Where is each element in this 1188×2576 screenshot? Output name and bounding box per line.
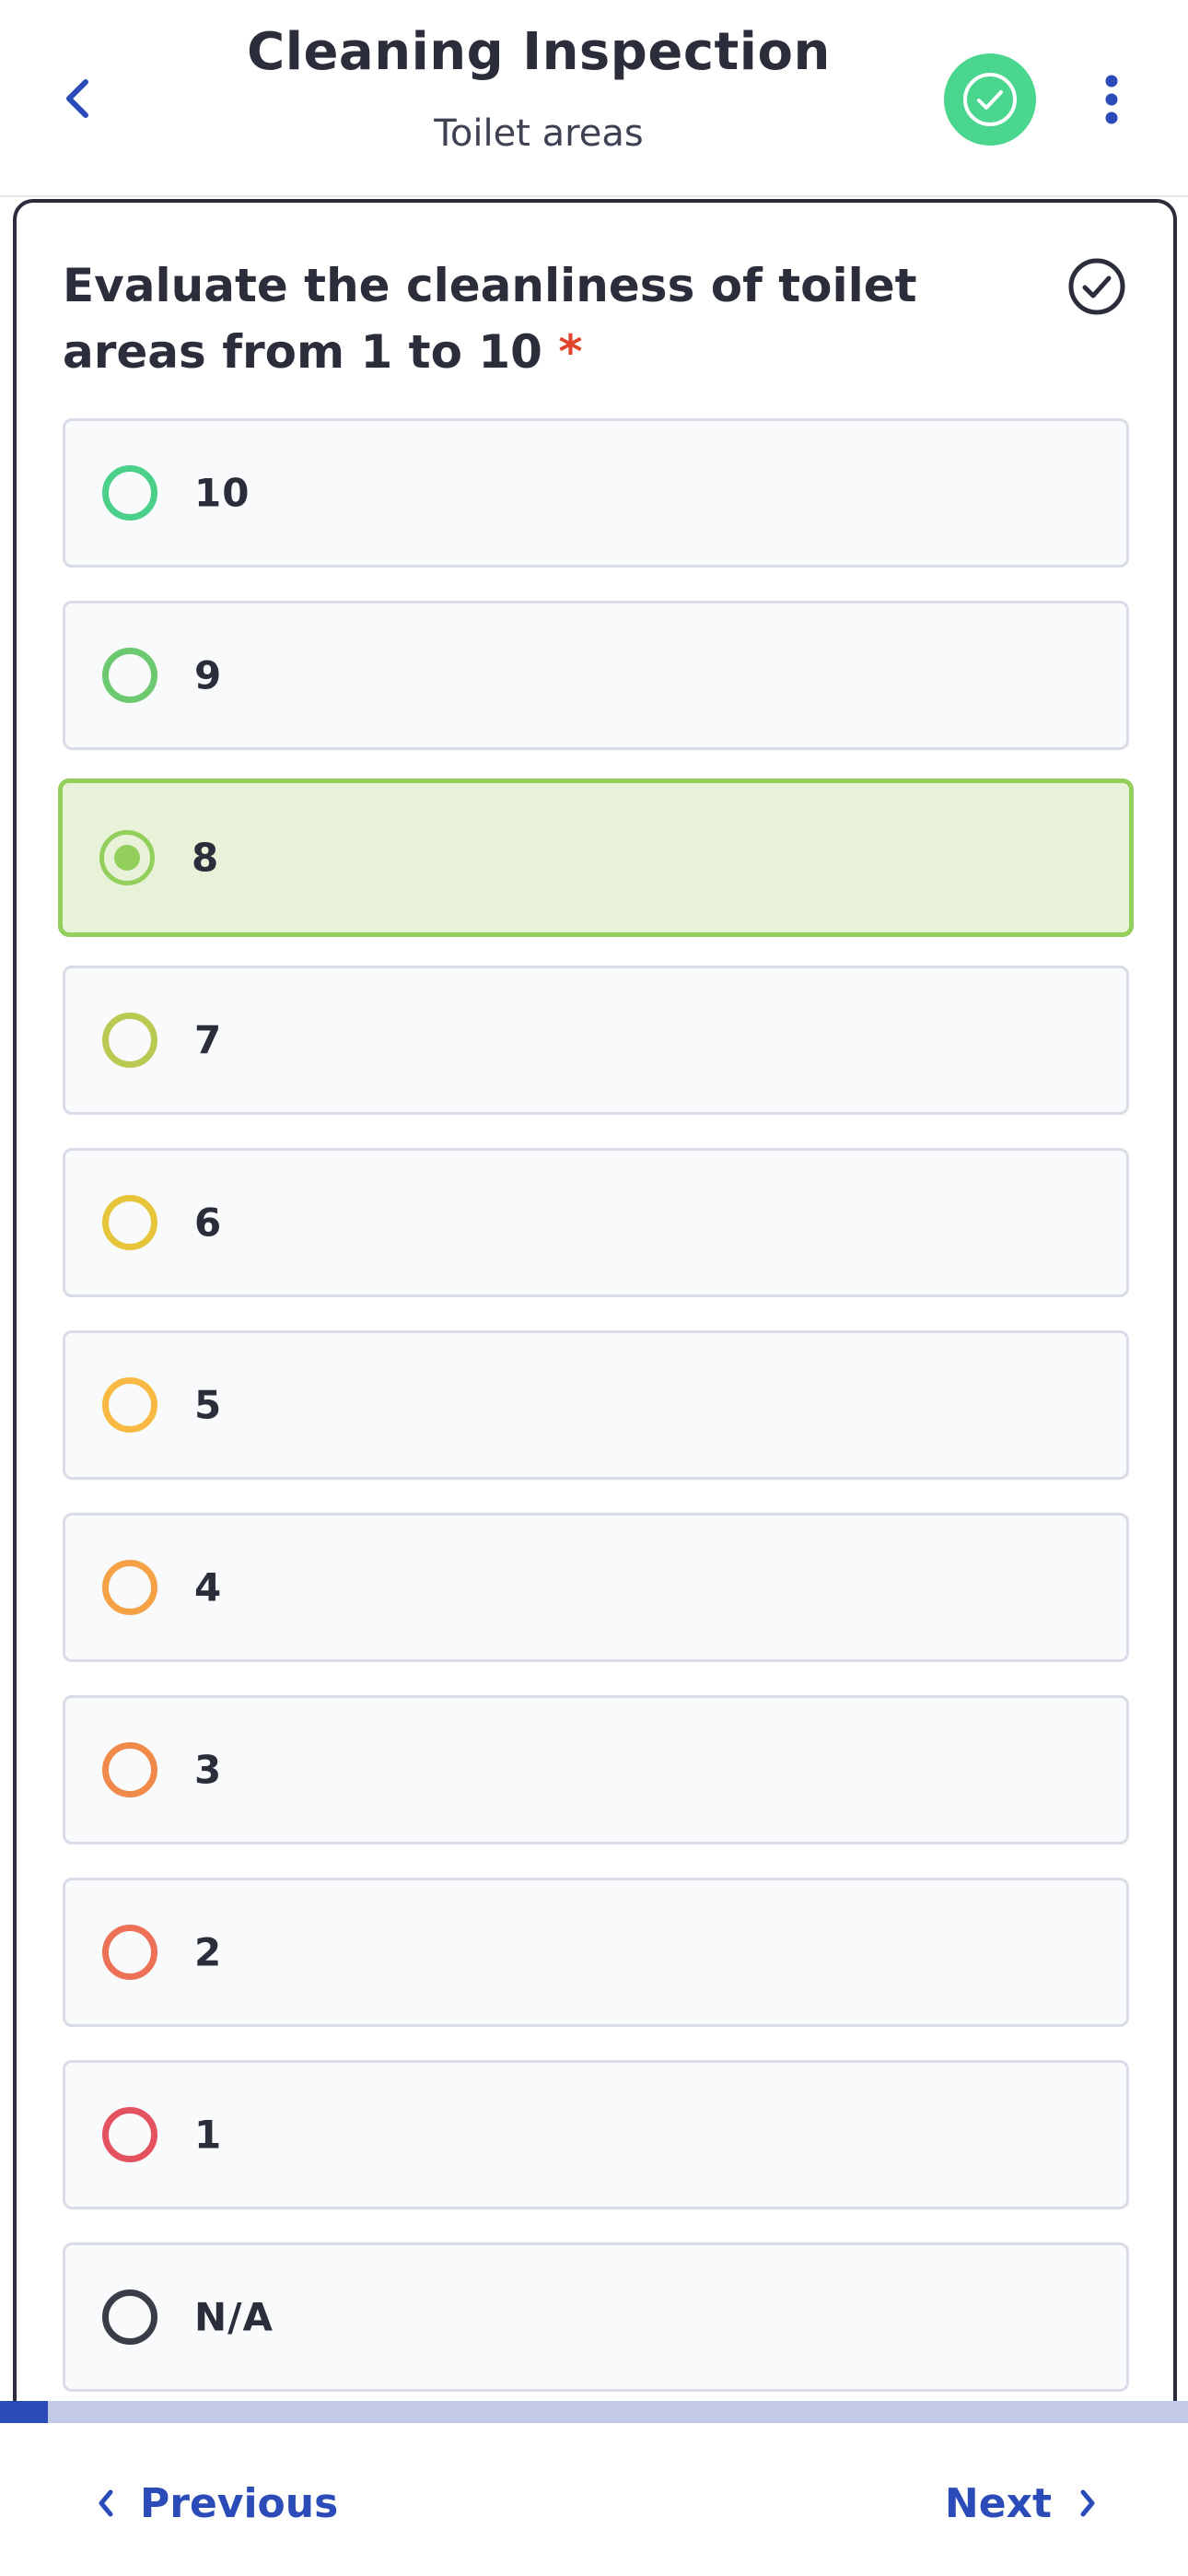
option-label: 4 — [194, 1564, 223, 1610]
radio-button[interactable] — [102, 1925, 157, 1980]
radio-button[interactable] — [102, 1013, 157, 1068]
option-label: 2 — [194, 1929, 223, 1975]
question-card: Evaluate the cleanliness of toilet areas… — [13, 199, 1177, 2410]
radio-button[interactable] — [102, 2107, 157, 2162]
page-subtitle: Toilet areas — [434, 112, 644, 155]
option-label: 10 — [194, 470, 250, 516]
rating-options: 10 9 8 7 6 5 4 3 2 1 N/A — [58, 418, 1134, 2425]
option-label: 6 — [194, 1200, 223, 1246]
rating-option[interactable]: 7 — [63, 966, 1129, 1115]
rating-option[interactable]: 5 — [63, 1330, 1129, 1480]
rating-option[interactable]: 6 — [63, 1148, 1129, 1297]
question-text: Evaluate the cleanliness of toilet areas… — [63, 252, 1002, 385]
answered-check-icon — [1068, 258, 1125, 315]
app-header: Cleaning Inspection Toilet areas — [0, 0, 1188, 197]
radio-button[interactable] — [102, 465, 157, 521]
rating-option[interactable]: 3 — [63, 1695, 1129, 1844]
next-label: Next — [944, 2479, 1052, 2527]
rating-option[interactable]: 2 — [63, 1878, 1129, 2027]
radio-button[interactable] — [102, 1195, 157, 1250]
radio-button[interactable] — [102, 1560, 157, 1615]
option-label: 5 — [194, 1382, 223, 1428]
option-label: 1 — [194, 2112, 223, 2158]
rating-option[interactable]: 8 — [58, 779, 1134, 937]
previous-button[interactable]: Previous — [98, 2471, 338, 2535]
progress-fill — [0, 2401, 48, 2423]
chevron-right-icon — [1080, 2489, 1095, 2517]
option-label: N/A — [194, 2294, 274, 2340]
option-label: 7 — [194, 1017, 223, 1063]
chevron-left-icon — [99, 2489, 113, 2517]
option-label: 3 — [194, 1747, 223, 1793]
radio-button[interactable] — [102, 1742, 157, 1797]
next-button[interactable]: Next — [945, 2471, 1096, 2535]
radio-selected-dot — [114, 845, 140, 871]
rating-option[interactable]: N/A — [63, 2242, 1129, 2392]
radio-button[interactable] — [102, 648, 157, 703]
page-title: Cleaning Inspection — [247, 22, 831, 82]
rating-option[interactable]: 1 — [63, 2060, 1129, 2209]
more-options-button[interactable] — [1087, 70, 1136, 129]
radio-button[interactable] — [102, 2289, 157, 2345]
rating-option[interactable]: 4 — [63, 1513, 1129, 1662]
question-label: Evaluate the cleanliness of toilet areas… — [63, 259, 917, 379]
rating-option[interactable]: 9 — [63, 601, 1129, 750]
radio-button[interactable] — [99, 830, 155, 885]
previous-label: Previous — [140, 2479, 339, 2527]
completed-status-badge[interactable] — [944, 53, 1036, 146]
navigation-footer: Previous Next — [0, 2423, 1188, 2576]
option-label: 8 — [192, 835, 220, 881]
rating-option[interactable]: 10 — [63, 418, 1129, 568]
option-label: 9 — [194, 652, 223, 698]
required-marker: * — [558, 325, 583, 379]
radio-button[interactable] — [102, 1377, 157, 1433]
progress-bar — [0, 2401, 1188, 2423]
more-vertical-icon — [1105, 75, 1118, 124]
check-circle-icon — [963, 73, 1017, 126]
